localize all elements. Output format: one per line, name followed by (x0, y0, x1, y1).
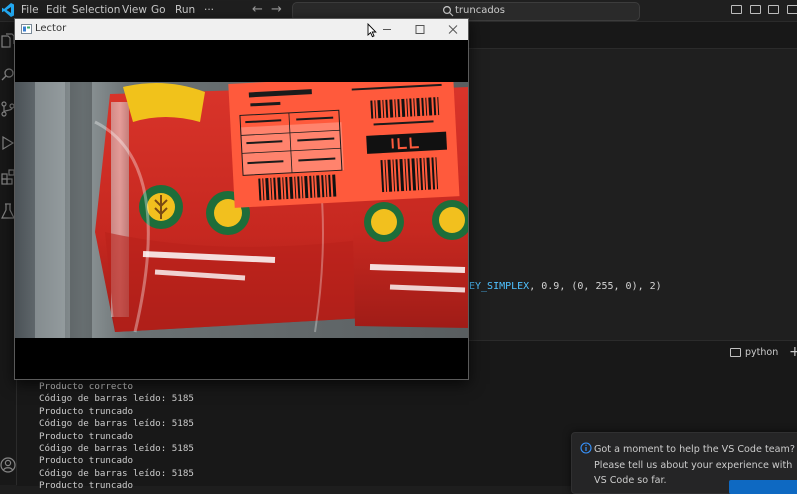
minimize-icon[interactable] (372, 19, 402, 40)
arrow-right-icon[interactable]: → (271, 2, 282, 17)
info-icon (580, 442, 592, 454)
search-text: truncados (455, 5, 506, 16)
menu-view[interactable]: View (122, 4, 147, 16)
customize-layout-icon[interactable] (787, 5, 797, 14)
code-arguments: , 0.9, (0, 255, 0), 2) (529, 281, 662, 292)
terminal-line: Código de barras leído: 5185 (39, 467, 194, 479)
toggle-secondary-sidebar-icon[interactable] (768, 5, 779, 14)
app-window-icon (21, 24, 32, 34)
terminal-line: Producto truncado (39, 480, 134, 492)
vscode-logo-icon (2, 3, 14, 17)
terminal-name: python (745, 347, 779, 358)
menu-edit[interactable]: Edit (46, 4, 66, 16)
notification-action-button[interactable] (729, 480, 797, 494)
terminal-line: Código de barras leído: 5185 (39, 418, 194, 430)
terminal-line: Código de barras leído: 5185 (39, 443, 194, 455)
camera-feed-image (15, 82, 468, 338)
toggle-panel-icon[interactable] (750, 5, 761, 14)
lector-title-bar[interactable]: Lector (15, 19, 468, 40)
code-constant: EY_SIMPLEX (469, 281, 530, 292)
menu-run[interactable]: Run (175, 4, 195, 16)
terminal-line: Producto truncado (39, 405, 134, 417)
terminal-line: Producto correcto (39, 381, 134, 392)
menu-go[interactable]: Go (151, 4, 166, 16)
code-line: EY_SIMPLEX, 0.9, (0, 255, 0), 2) (469, 281, 662, 292)
menu-file[interactable]: File (21, 4, 39, 16)
close-icon[interactable] (438, 19, 468, 40)
account-icon[interactable] (0, 456, 16, 474)
terminal-line: Producto truncado (39, 455, 134, 467)
search-icon (442, 5, 454, 17)
menu-more[interactable]: ··· (204, 4, 214, 16)
window-title: Lector (35, 23, 67, 34)
new-terminal-plus-icon[interactable]: + (789, 344, 797, 360)
toggle-primary-sidebar-icon[interactable] (731, 5, 742, 14)
arrow-left-icon[interactable]: ← (252, 2, 263, 17)
terminal-line: Producto truncado (39, 430, 134, 442)
terminal-output[interactable]: Producto correcto Código de barras leído… (39, 381, 194, 493)
menu-selection[interactable]: Selection (72, 4, 120, 16)
terminal-line: Código de barras leído: 5185 (39, 393, 194, 405)
maximize-icon[interactable] (405, 19, 435, 40)
terminal-icon (730, 348, 741, 357)
lector-window[interactable]: Lector (14, 18, 469, 380)
